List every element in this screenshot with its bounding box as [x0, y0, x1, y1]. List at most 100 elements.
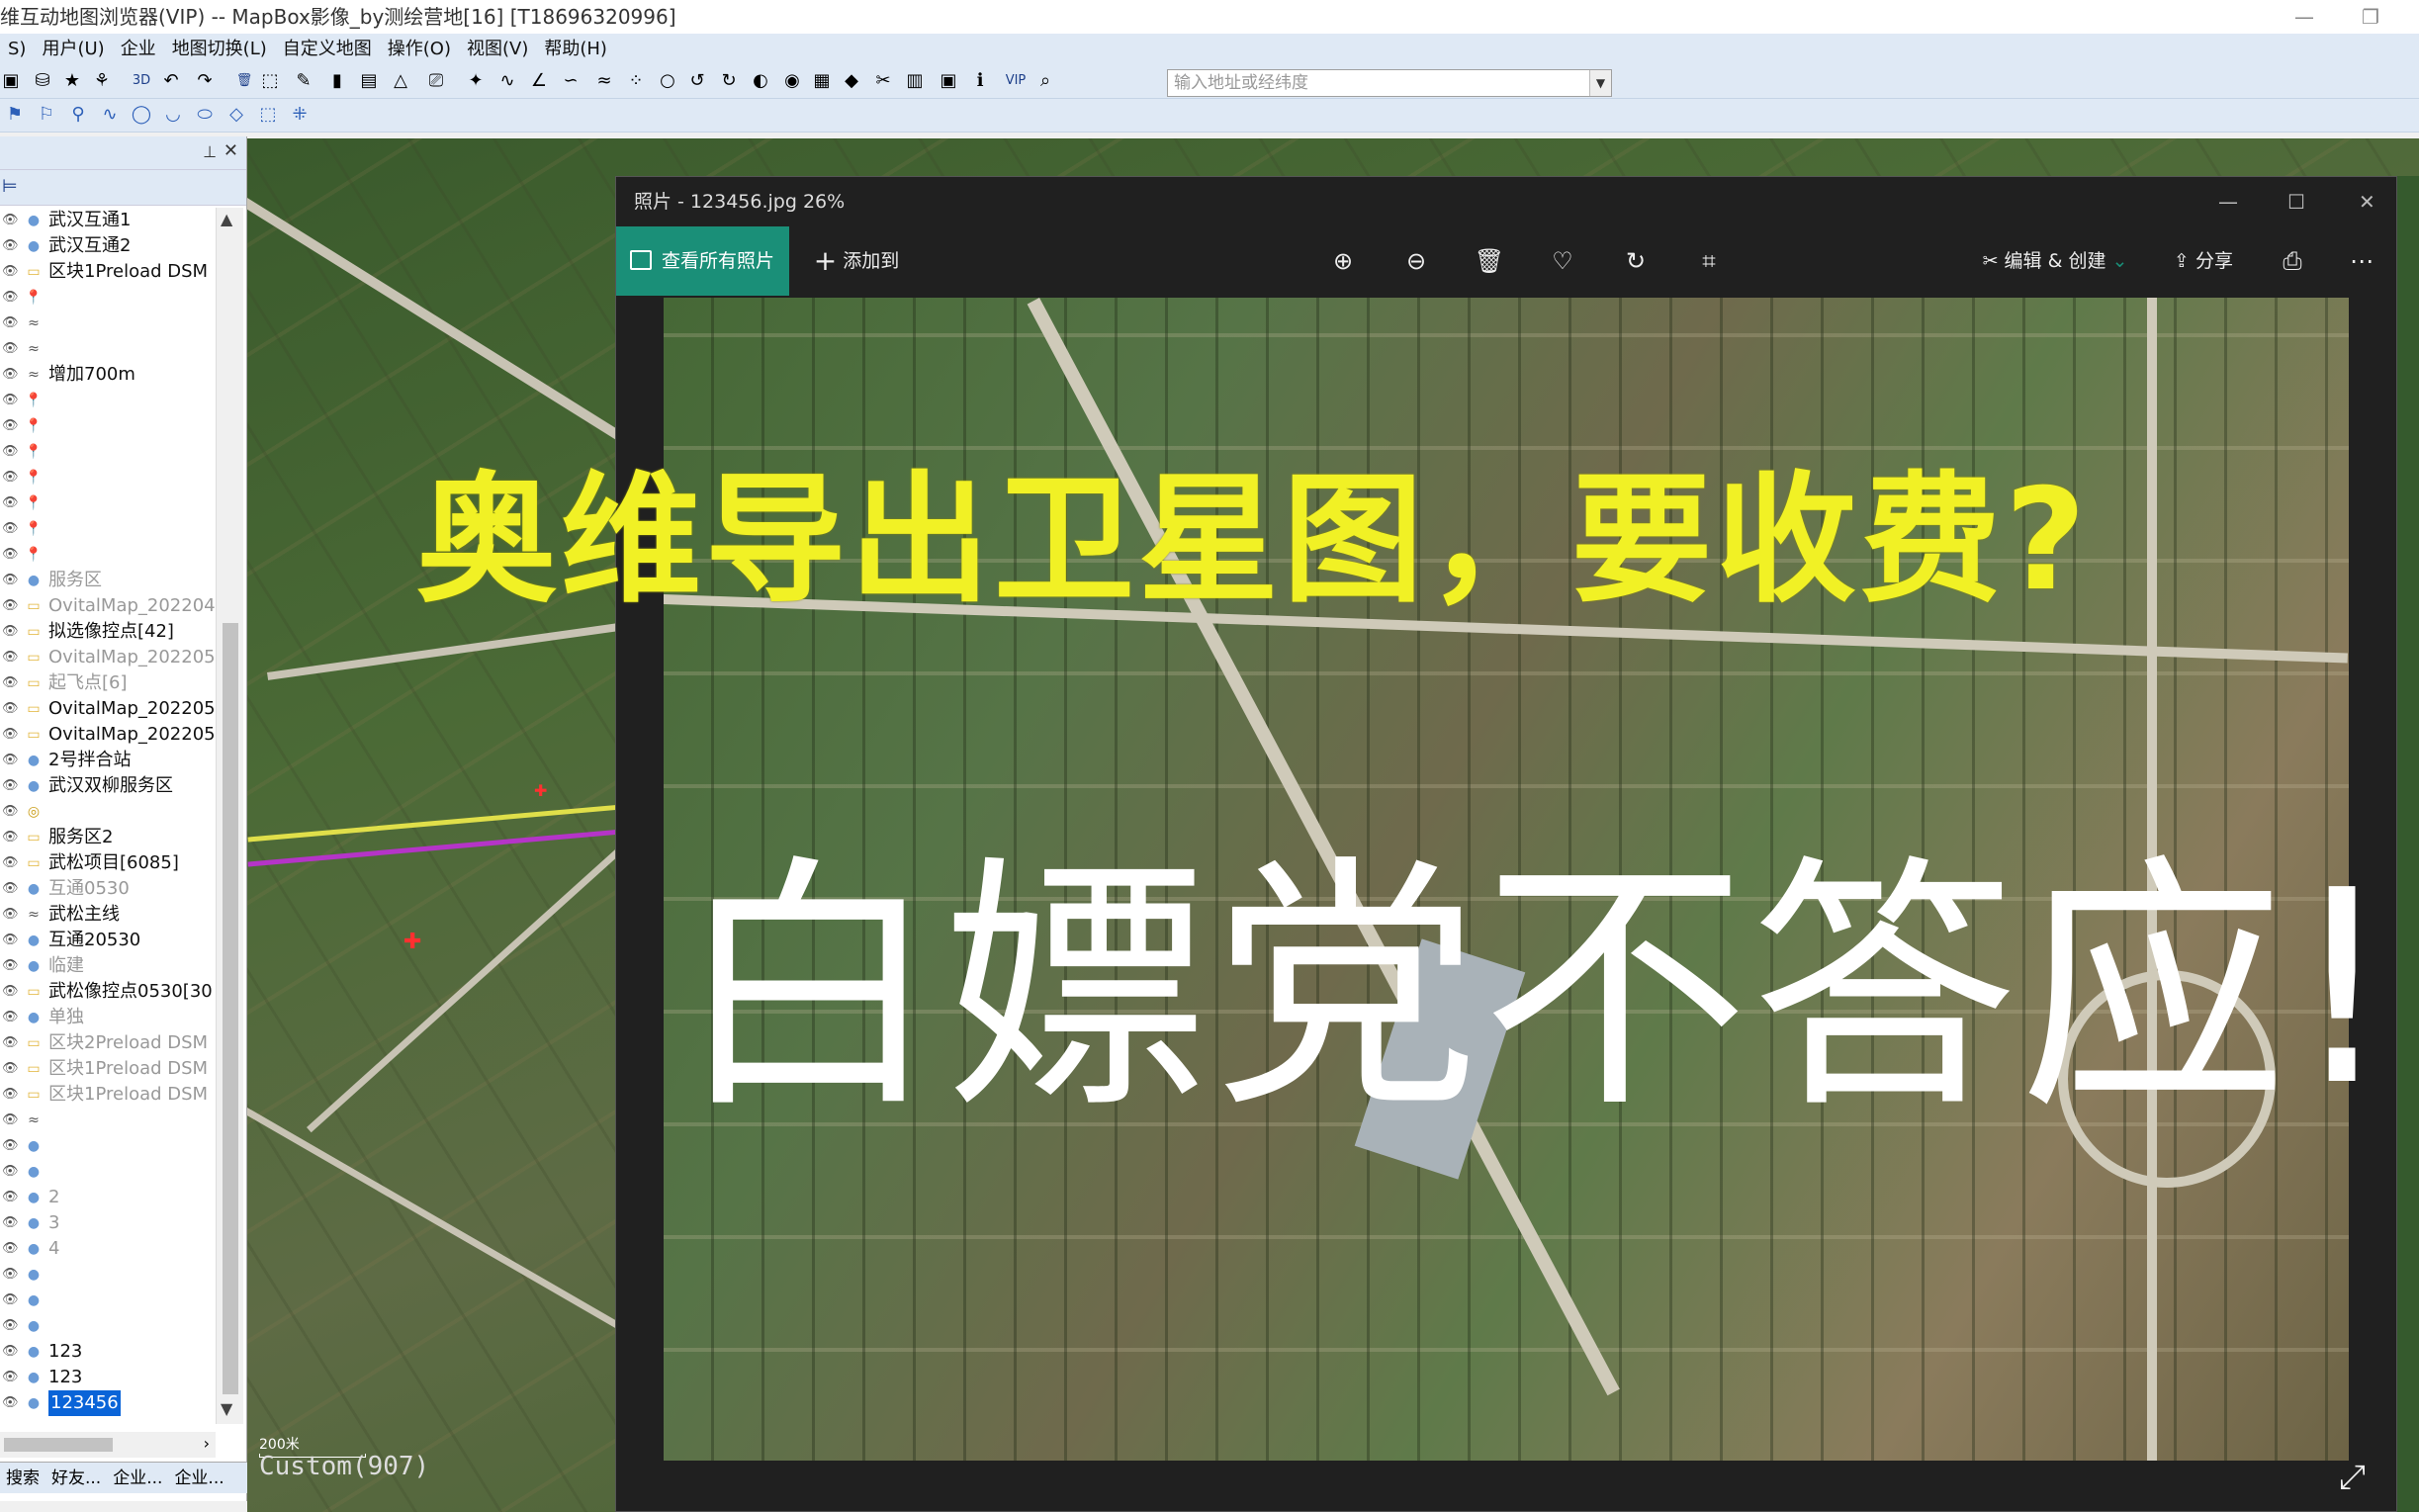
layer-item[interactable]: 👁 ● 互通0530	[0, 876, 216, 902]
visibility-icon[interactable]: 👁	[2, 1262, 20, 1288]
pen-icon[interactable]: ✎	[293, 70, 314, 92]
scroll-right-icon[interactable]: ›	[204, 1434, 210, 1453]
visibility-icon[interactable]: 👁	[2, 876, 20, 902]
people-icon[interactable]: ⚘	[91, 70, 113, 92]
hscroll-thumb[interactable]	[4, 1438, 113, 1452]
print-icon[interactable]: ⎙	[2268, 226, 2317, 296]
layer-item[interactable]: 👁 ● 武汉双柳服务区	[0, 773, 216, 799]
layer-item[interactable]: 👁 ▭ OvitalMap_202205	[0, 645, 216, 670]
menu-item[interactable]: 用户(U)	[34, 34, 112, 65]
circle-icon[interactable]: ◯	[131, 104, 152, 126]
layer-item[interactable]: 👁 ● 互通20530	[0, 928, 216, 953]
diamond-icon[interactable]: ◇	[225, 104, 247, 126]
panel-icon[interactable]: ▤	[358, 70, 380, 92]
select-icon[interactable]: ⬚	[259, 70, 281, 92]
layer-item[interactable]: 👁 📍	[0, 439, 216, 465]
visibility-icon[interactable]: 👁	[2, 850, 20, 876]
layer-item[interactable]: 👁 ● 4	[0, 1236, 216, 1262]
polyline-icon[interactable]: ∿	[99, 104, 121, 126]
layer-item[interactable]: 👁 ≈ 武松主线	[0, 902, 216, 928]
delete-icon[interactable]: 🗑	[229, 70, 259, 92]
minimize-icon[interactable]: —	[2294, 0, 2314, 34]
visibility-icon[interactable]: 👁	[2, 1030, 20, 1056]
layer-item[interactable]: 👁 ▭ 区块2Preload DSM	[0, 1030, 216, 1056]
ruler-icon[interactable]: ▮	[326, 70, 348, 92]
visibility-icon[interactable]: 👁	[2, 259, 20, 285]
layer-item[interactable]: 👁 ▭ OvitalMap_202204	[0, 593, 216, 619]
redo-icon[interactable]: ↷	[194, 70, 216, 92]
visibility-icon[interactable]: 👁	[2, 825, 20, 850]
points-icon[interactable]: ⁘	[625, 70, 647, 92]
crop-icon[interactable]: ⌗	[1684, 226, 1734, 296]
layer-item[interactable]: 👁 ● 武汉互通1	[0, 208, 216, 233]
vertical-scrollbar[interactable]: ▲ ▼	[216, 208, 243, 1424]
menu-item[interactable]: 企业	[113, 34, 164, 65]
search-dropdown-icon[interactable]: ▼	[1589, 70, 1611, 96]
bottom-tab[interactable]: 好友...	[45, 1463, 107, 1494]
layer-item[interactable]: 👁 ● 123	[0, 1339, 216, 1365]
cut-icon[interactable]: ✂	[872, 70, 894, 92]
layers-icon[interactable]: ⛁	[32, 70, 53, 92]
visibility-icon[interactable]: 👁	[2, 439, 20, 465]
globe-icon[interactable]: ◉	[781, 70, 803, 92]
tree-root-icon[interactable]: ⊨	[2, 176, 18, 197]
layer-item[interactable]: 👁 ▭ 区块1Preload DSM	[0, 1082, 216, 1108]
visibility-icon[interactable]: 👁	[2, 748, 20, 773]
layer-item[interactable]: 👁 ●	[0, 1313, 216, 1339]
layer-item[interactable]: 👁 ● 3	[0, 1210, 216, 1236]
chat-icon[interactable]: ▣	[938, 70, 959, 92]
favorite-icon[interactable]: ♡	[1538, 226, 1587, 296]
curve-icon[interactable]: ∽	[560, 70, 582, 92]
layer-item[interactable]: 👁 ▭ 区块1Preload DSM	[0, 1056, 216, 1082]
visibility-icon[interactable]: 👁	[2, 285, 20, 311]
layer-item[interactable]: 👁 📍	[0, 516, 216, 542]
bottom-tab[interactable]: 企业...	[107, 1463, 168, 1494]
view-all-photos-button[interactable]: 查看所有照片	[616, 226, 789, 296]
visibility-icon[interactable]: 👁	[2, 953, 20, 979]
maximize-icon[interactable]: ☐	[2287, 177, 2305, 226]
visibility-icon[interactable]: 👁	[2, 722, 20, 748]
layer-item[interactable]: 👁 ◎	[0, 799, 216, 825]
search-input[interactable]: 输入地址或经纬度 ▼	[1167, 69, 1612, 97]
star-icon[interactable]: ★	[61, 70, 83, 92]
visibility-icon[interactable]: 👁	[2, 413, 20, 439]
visibility-icon[interactable]: 👁	[2, 1210, 20, 1236]
layer-item[interactable]: 👁 ● 武汉互通2	[0, 233, 216, 259]
image-icon[interactable]: ⎚	[425, 70, 447, 92]
layer-item[interactable]: 👁 ▭ 起飞点[6]	[0, 670, 216, 696]
layer-item[interactable]: 👁 ● 123	[0, 1365, 216, 1390]
layer-item[interactable]: 👁 ▭ 服务区2	[0, 825, 216, 850]
close-icon[interactable]: ✕	[2359, 177, 2375, 226]
scroll-thumb[interactable]	[223, 623, 238, 1394]
layer-item[interactable]: 👁 ▭ 拟选像控点[42]	[0, 619, 216, 645]
visibility-icon[interactable]: 👁	[2, 1288, 20, 1313]
visibility-icon[interactable]: 👁	[2, 1056, 20, 1082]
map-marker-icon[interactable]: ✚	[534, 781, 547, 800]
visibility-icon[interactable]: 👁	[2, 645, 20, 670]
visibility-icon[interactable]: 👁	[2, 1185, 20, 1210]
visibility-icon[interactable]: 👁	[2, 979, 20, 1005]
layer-item[interactable]: 👁 ●	[0, 1133, 216, 1159]
layer-item[interactable]: 👁 ≈	[0, 1108, 216, 1133]
visibility-icon[interactable]: 👁	[2, 1390, 20, 1416]
layer-item[interactable]: 👁 📍	[0, 388, 216, 413]
layer-item[interactable]: 👁 ▭ 武松像控点0530[30	[0, 979, 216, 1005]
visibility-icon[interactable]: 👁	[2, 542, 20, 568]
visibility-icon[interactable]: 👁	[2, 619, 20, 645]
add-to-button[interactable]: + 添加到	[802, 226, 911, 296]
layer-item[interactable]: 👁 📍	[0, 465, 216, 490]
scroll-down-icon[interactable]: ▼	[221, 1399, 232, 1418]
rotate-left-icon[interactable]: ↺	[686, 70, 708, 92]
layer-item[interactable]: 👁 ▭ 区块1Preload DSM	[0, 259, 216, 285]
share-button[interactable]: ⇪ 分享	[2159, 226, 2248, 296]
delete-icon[interactable]: 🗑	[1465, 226, 1514, 296]
visibility-icon[interactable]: 👁	[2, 1082, 20, 1108]
vip-button[interactable]: VIP	[1001, 70, 1030, 92]
layer-item[interactable]: 👁 📍	[0, 542, 216, 568]
save-icon[interactable]: ▣	[0, 70, 22, 92]
visibility-icon[interactable]: 👁	[2, 208, 20, 233]
line-icon[interactable]: ∿	[496, 70, 518, 92]
visibility-icon[interactable]: 👁	[2, 1005, 20, 1030]
visibility-icon[interactable]: 👁	[2, 1159, 20, 1185]
menu-item[interactable]: 视图(V)	[459, 34, 536, 65]
